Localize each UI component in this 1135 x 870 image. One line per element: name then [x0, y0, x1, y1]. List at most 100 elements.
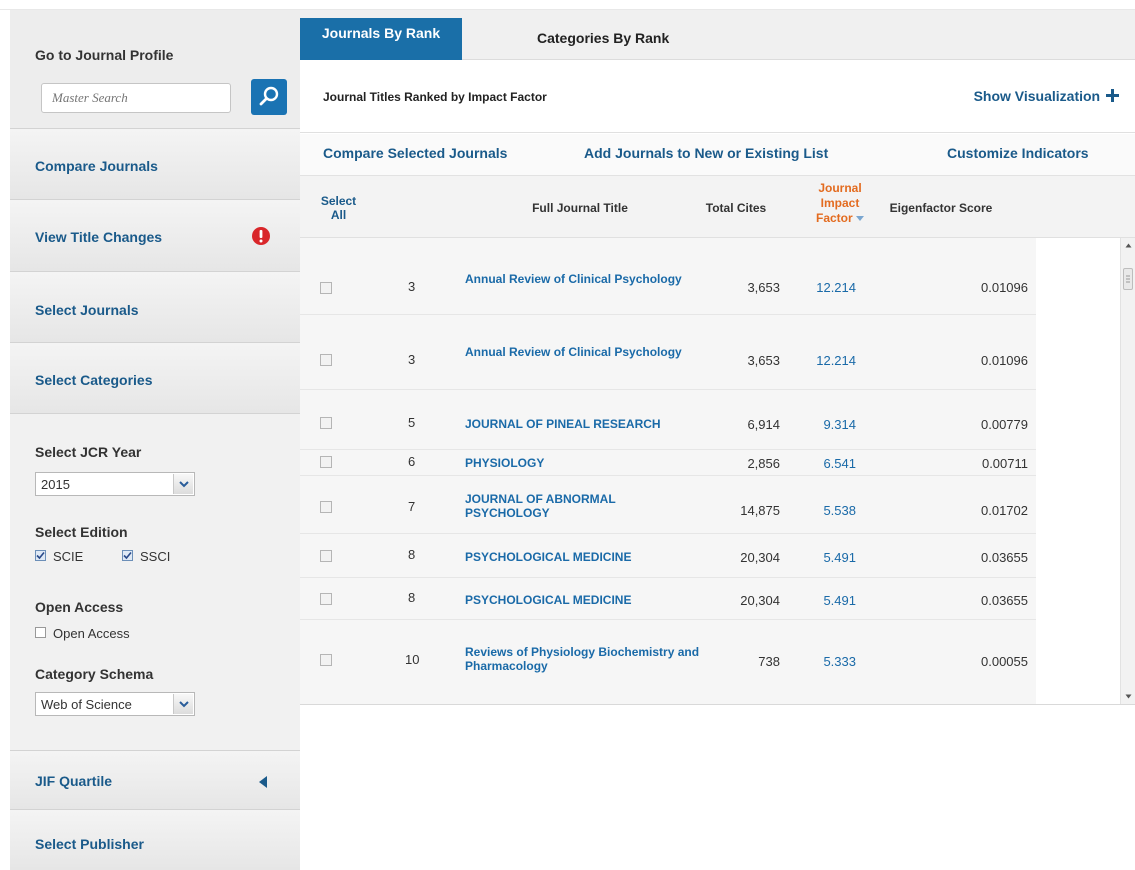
show-visualization-link[interactable]: Show Visualization [974, 88, 1119, 104]
tab-journals-by-rank[interactable]: Journals By Rank [300, 18, 462, 60]
table-row[interactable]: 7 JOURNAL OF ABNORMAL PSYCHOLOGY 14,875 … [300, 476, 1036, 534]
row-eigenfactor: 0.01096 [981, 353, 1028, 368]
edition-label: Select Edition [35, 524, 128, 540]
select-categories-item[interactable]: Select Categories [10, 343, 300, 414]
select-journals-link[interactable]: Select Journals [35, 302, 139, 318]
col-journal-impact-factor[interactable]: Journal Impact Factor [800, 181, 880, 226]
compare-journals-item[interactable]: Compare Journals [10, 129, 300, 200]
col-eigenfactor-score[interactable]: Eigenfactor Score [871, 201, 1011, 215]
row-checkbox[interactable] [320, 354, 332, 366]
row-eigenfactor: 0.00711 [981, 456, 1028, 471]
table-row[interactable]: 10 Reviews of Physiology Biochemistry an… [300, 620, 1036, 696]
tab-categories-by-rank[interactable]: Categories By Rank [537, 30, 669, 46]
ssci-checkbox[interactable] [122, 550, 133, 561]
main-panel: Journals By Rank Categories By Rank Jour… [300, 10, 1135, 870]
checkmark-icon [36, 551, 45, 560]
arrow-up-icon [1125, 243, 1132, 248]
journal-title-link[interactable]: Annual Review of Clinical Psychology [465, 345, 695, 359]
row-total-cites: 738 [758, 654, 780, 669]
row-checkbox[interactable] [320, 456, 332, 468]
table-row[interactable]: 8 PSYCHOLOGICAL MEDICINE 20,304 5.491 0.… [300, 578, 1036, 620]
category-schema-value: Web of Science [41, 697, 132, 712]
row-eigenfactor: 0.03655 [981, 593, 1028, 608]
row-jif[interactable]: 12.214 [796, 353, 856, 368]
add-journals-to-list-link[interactable]: Add Journals to New or Existing List [584, 145, 828, 161]
journal-title-link[interactable]: JOURNAL OF PINEAL RESEARCH [465, 417, 705, 431]
row-total-cites: 6,914 [747, 417, 780, 432]
scie-checkbox[interactable] [35, 550, 46, 561]
row-jif[interactable]: 5.538 [796, 503, 856, 518]
table-scrollbar[interactable] [1120, 238, 1135, 704]
journal-title-link[interactable]: Reviews of Physiology Biochemistry and P… [465, 645, 700, 673]
row-checkbox[interactable] [320, 654, 332, 666]
scroll-up-button[interactable] [1121, 238, 1135, 253]
row-checkbox[interactable] [320, 593, 332, 605]
table-body: 3 Annual Review of Clinical Psychology 3… [300, 238, 1135, 704]
col-full-journal-title[interactable]: Full Journal Title [490, 201, 670, 215]
ranking-header: Journal Titles Ranked by Impact Factor S… [300, 60, 1135, 133]
table-header: Select All Full Journal Title Total Cite… [300, 176, 1135, 238]
table-row[interactable]: 3 Annual Review of Clinical Psychology 3… [300, 238, 1036, 315]
row-eigenfactor: 0.00779 [981, 417, 1028, 432]
chevron-down-icon [179, 701, 189, 708]
table-bottom-border [300, 704, 1135, 705]
search-title: Go to Journal Profile [35, 47, 174, 63]
caret-left-icon [259, 776, 267, 788]
open-access-checkbox[interactable] [35, 627, 46, 638]
row-checkbox[interactable] [320, 550, 332, 562]
journal-title-link[interactable]: PSYCHOLOGICAL MEDICINE [465, 593, 705, 607]
select-categories-link[interactable]: Select Categories [35, 372, 153, 388]
row-total-cites: 20,304 [740, 593, 780, 608]
category-schema-label: Category Schema [35, 666, 154, 682]
row-checkbox[interactable] [320, 501, 332, 513]
customize-indicators-link[interactable]: Customize Indicators [947, 145, 1089, 161]
select-journals-item[interactable]: Select Journals [10, 272, 300, 343]
table-row[interactable]: 5 JOURNAL OF PINEAL RESEARCH 6,914 9.314… [300, 390, 1036, 450]
alert-icon [252, 227, 270, 245]
journal-title-link[interactable]: Annual Review of Clinical Psychology [465, 272, 695, 286]
grip-icon [1126, 275, 1130, 283]
select-all-link[interactable]: Select All [316, 194, 361, 222]
actions-bar: Compare Selected Journals Add Journals t… [300, 134, 1135, 176]
row-rank: 8 [408, 547, 416, 562]
tab-bar: Journals By Rank Categories By Rank [300, 10, 1135, 60]
compare-selected-journals-link[interactable]: Compare Selected Journals [323, 145, 507, 161]
row-jif[interactable]: 6.541 [796, 456, 856, 471]
row-checkbox[interactable] [320, 282, 332, 294]
compare-journals-link[interactable]: Compare Journals [35, 158, 158, 174]
jcr-year-label: Select JCR Year [35, 444, 142, 460]
scroll-down-button[interactable] [1121, 689, 1135, 704]
sort-desc-icon [856, 216, 865, 221]
table-row[interactable]: 6 PHYSIOLOGY 2,856 6.541 0.00711 [300, 450, 1036, 476]
row-total-cites: 3,653 [747, 280, 780, 295]
row-jif[interactable]: 5.333 [796, 654, 856, 669]
search-button[interactable] [251, 79, 287, 115]
row-jif[interactable]: 5.491 [796, 550, 856, 565]
master-search-input[interactable] [41, 83, 231, 113]
journal-title-link[interactable]: PSYCHOLOGICAL MEDICINE [465, 550, 705, 564]
scie-label: SCIE [53, 549, 84, 564]
table-row[interactable]: 8 PSYCHOLOGICAL MEDICINE 20,304 5.491 0.… [300, 534, 1036, 578]
scroll-thumb[interactable] [1123, 268, 1133, 290]
jif-quartile-item[interactable]: JIF Quartile [10, 751, 300, 810]
jcr-year-select[interactable]: 2015 [35, 472, 195, 496]
select-publisher-item[interactable]: Select Publisher [10, 810, 300, 870]
checkmark-icon [123, 551, 132, 560]
view-title-changes-item[interactable]: View Title Changes [10, 200, 300, 272]
select-publisher-link[interactable]: Select Publisher [35, 836, 144, 852]
row-eigenfactor: 0.01096 [981, 280, 1028, 295]
row-jif[interactable]: 9.314 [796, 417, 856, 432]
row-jif[interactable]: 12.214 [796, 280, 856, 295]
plus-icon [1106, 89, 1119, 102]
table-row[interactable]: 3 Annual Review of Clinical Psychology 3… [300, 315, 1036, 390]
chevron-down-icon [179, 481, 189, 488]
journal-title-link[interactable]: JOURNAL OF ABNORMAL PSYCHOLOGY [465, 492, 665, 520]
col-total-cites[interactable]: Total Cites [696, 201, 776, 215]
row-jif[interactable]: 5.491 [796, 593, 856, 608]
jif-quartile-link[interactable]: JIF Quartile [35, 773, 112, 789]
category-schema-select[interactable]: Web of Science [35, 692, 195, 716]
view-title-changes-link[interactable]: View Title Changes [35, 229, 162, 245]
row-checkbox[interactable] [320, 417, 332, 429]
row-total-cites: 2,856 [747, 456, 780, 471]
journal-title-link[interactable]: PHYSIOLOGY [465, 456, 695, 470]
